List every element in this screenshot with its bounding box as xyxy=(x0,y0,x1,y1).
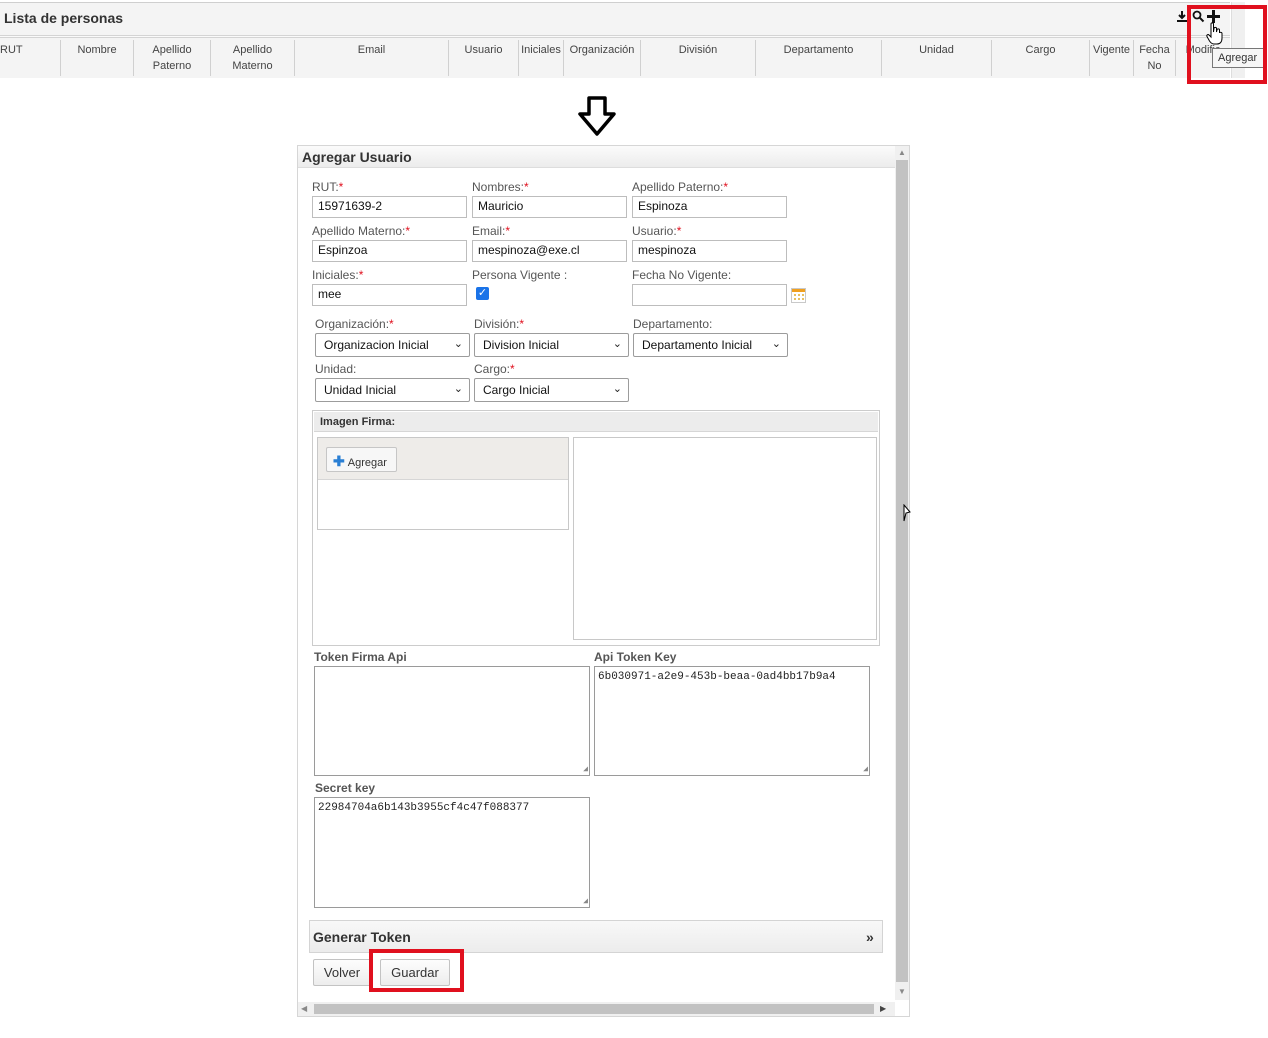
imagen-firma-label: Imagen Firma: xyxy=(320,416,396,428)
chevron-down-icon: ⌄ xyxy=(612,338,622,350)
token-firma-api-label: Token Firma Api xyxy=(314,650,407,664)
persona-vigente-label: Persona Vigente : xyxy=(472,268,568,282)
resize-grip-icon: ◢ xyxy=(583,897,588,906)
division-select[interactable]: Division Inicial ⌄ xyxy=(474,333,629,357)
expand-icon[interactable]: » xyxy=(866,929,874,945)
resize-grip-icon: ◢ xyxy=(583,765,588,774)
apellido-paterno-label: Apellido Paterno:* xyxy=(632,180,729,194)
rut-input[interactable]: 15971639-2 xyxy=(312,196,467,218)
scroll-right-icon[interactable]: ▶ xyxy=(880,1004,886,1013)
usuario-input[interactable]: mespinoza xyxy=(632,240,787,262)
column-header-cargo[interactable]: Cargo xyxy=(992,40,1090,76)
plus-icon: ✚ xyxy=(333,453,345,469)
scroll-up-icon[interactable]: ▲ xyxy=(898,148,906,157)
apellido-paterno-input[interactable]: Espinoza xyxy=(632,196,787,218)
column-header-unidad[interactable]: Unidad xyxy=(882,40,992,76)
column-header-fecha-no[interactable]: Fecha No xyxy=(1134,40,1176,76)
calendar-icon[interactable] xyxy=(791,288,806,306)
resize-grip-icon: ◢ xyxy=(863,765,868,774)
vertical-scroll-thumb[interactable] xyxy=(896,160,908,982)
list-title: Lista de personas xyxy=(4,10,124,26)
secret-key-textarea[interactable]: 22984704a6b143b3955cf4c47f088377 ◢ xyxy=(314,797,590,908)
column-header-division[interactable]: División xyxy=(641,40,756,76)
chevron-down-icon: ⌄ xyxy=(612,383,622,395)
column-header-email[interactable]: Email xyxy=(295,40,449,76)
unidad-label: Unidad: xyxy=(315,362,357,376)
iniciales-input[interactable]: mee xyxy=(312,284,467,306)
fecha-no-vigente-input[interactable] xyxy=(632,284,787,306)
dialog-title: Agregar Usuario xyxy=(302,149,412,165)
persona-vigente-checkbox[interactable]: ✓ xyxy=(476,287,489,300)
chevron-down-icon: ⌄ xyxy=(771,338,781,350)
column-header-iniciales[interactable]: Iniciales xyxy=(519,40,564,76)
horizontal-scroll-thumb[interactable] xyxy=(314,1004,874,1014)
scroll-down-icon[interactable]: ▼ xyxy=(898,987,906,996)
highlight-guardar-button xyxy=(369,949,464,992)
api-token-key-textarea[interactable]: 6b030971-a2e9-453b-beaa-0ad4bb17b9a4 ◢ xyxy=(594,666,870,776)
list-toolbar-divider xyxy=(0,35,1230,38)
column-header-apellido-materno[interactable]: Apellido Materno xyxy=(211,40,295,76)
generar-token-label: Generar Token xyxy=(313,929,411,945)
cargo-select[interactable]: Cargo Inicial ⌄ xyxy=(474,378,629,402)
organizacion-select[interactable]: Organizacion Inicial ⌄ xyxy=(315,333,470,357)
cursor-icon xyxy=(903,503,911,525)
email-label: Email:* xyxy=(472,224,511,238)
down-arrow-icon xyxy=(574,94,620,140)
apellido-materno-label: Apellido Materno:* xyxy=(312,224,411,238)
departamento-select[interactable]: Departamento Inicial ⌄ xyxy=(633,333,788,357)
column-header-organizacion[interactable]: Organización xyxy=(564,40,641,76)
division-label: División:* xyxy=(474,317,525,331)
nombres-input[interactable]: Mauricio xyxy=(472,196,627,218)
column-header-rut[interactable]: RUT xyxy=(0,40,61,76)
cargo-label: Cargo:* xyxy=(474,362,515,376)
api-token-key-label: Api Token Key xyxy=(594,650,677,664)
column-header-usuario[interactable]: Usuario xyxy=(449,40,519,76)
organizacion-label: Organización:* xyxy=(315,317,394,331)
column-header-apellido-paterno[interactable]: Apellido Paterno xyxy=(134,40,211,76)
fecha-no-vigente-label: Fecha No Vigente: xyxy=(632,268,732,282)
secret-key-label: Secret key xyxy=(315,781,376,795)
column-header-nombre[interactable]: Nombre xyxy=(61,40,134,76)
chevron-down-icon: ⌄ xyxy=(453,383,463,395)
apellido-materno-input[interactable]: Espinzoa xyxy=(312,240,467,262)
highlight-add-button xyxy=(1187,5,1267,84)
unidad-select[interactable]: Unidad Inicial ⌄ xyxy=(315,378,470,402)
departamento-label: Departamento: xyxy=(633,317,713,331)
volver-button[interactable]: Volver xyxy=(313,959,371,986)
usuario-label: Usuario:* xyxy=(632,224,682,238)
agregar-firma-button[interactable]: ✚ Agregar xyxy=(326,447,397,472)
nombres-label: Nombres:* xyxy=(472,180,529,194)
scroll-left-icon[interactable]: ◀ xyxy=(301,1004,307,1013)
rut-label: RUT:* xyxy=(312,180,344,194)
column-header-vigente[interactable]: Vigente xyxy=(1090,40,1134,76)
column-header-departamento[interactable]: Departamento xyxy=(756,40,882,76)
token-firma-api-textarea[interactable]: ◢ xyxy=(314,666,590,776)
iniciales-label: Iniciales:* xyxy=(312,268,364,282)
chevron-down-icon: ⌄ xyxy=(453,338,463,350)
imagen-firma-header xyxy=(314,412,878,432)
email-input[interactable]: mespinoza@exe.cl xyxy=(472,240,627,262)
firma-preview-area xyxy=(573,437,877,640)
